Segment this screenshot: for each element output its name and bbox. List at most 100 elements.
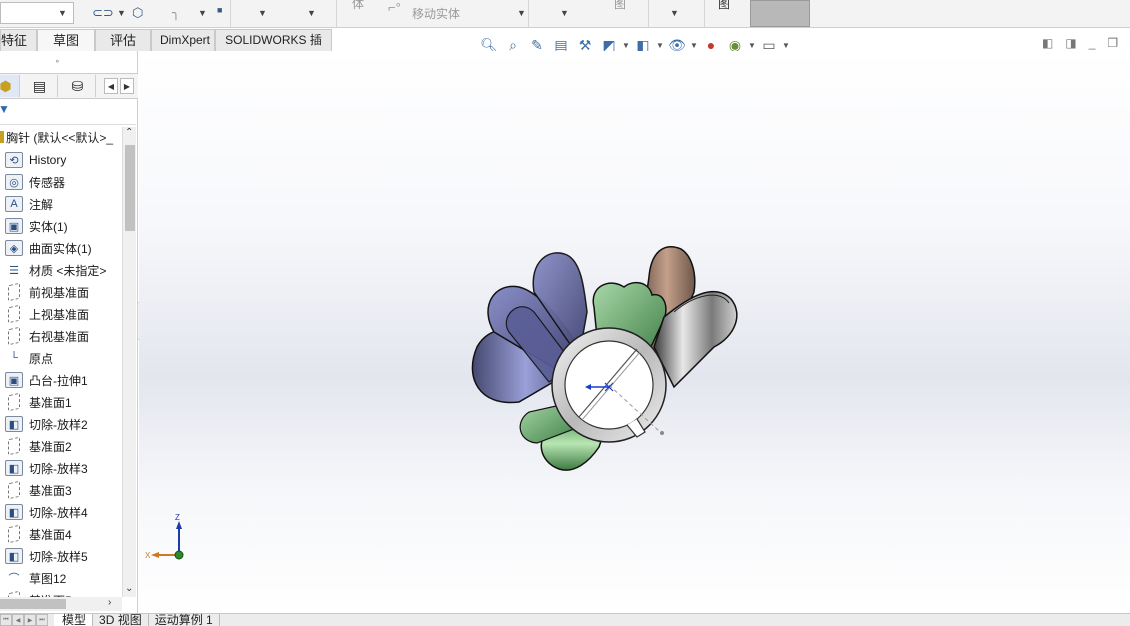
chevron-down-icon[interactable]: ▼ <box>517 8 526 18</box>
tree-item-label: 凸台-拉伸1 <box>29 373 88 388</box>
tree-item[interactable]: ⌒ 草图12 <box>0 567 67 589</box>
feature-manager-tab[interactable]: ⬢ <box>0 75 20 97</box>
tab-features[interactable]: 特征 <box>0 29 37 51</box>
vscroll-thumb[interactable] <box>125 145 135 231</box>
tree-item[interactable]: ▣ 凸台-拉伸1 <box>0 369 88 391</box>
square-icon[interactable]: ■ <box>217 5 222 15</box>
tree-item[interactable]: ⟲ History <box>0 149 66 171</box>
chevron-down-icon[interactable]: ▼ <box>656 41 664 50</box>
link-icon[interactable]: ⊂⊃ <box>92 5 114 21</box>
move-body-icon: ⌐° <box>388 0 401 15</box>
triad-x-label: X <box>145 551 151 560</box>
panel-tab-scroll-right[interactable]: ▶ <box>120 78 134 94</box>
tree-item-label: 曲面实体(1) <box>29 241 92 256</box>
tile-right-icon[interactable]: ◨ <box>1065 36 1076 50</box>
move-body-button[interactable]: 移动实体 <box>412 5 460 22</box>
tree-item[interactable]: A 注解 <box>0 193 53 215</box>
feature-tree-vscroll[interactable]: ⌃ ⌄ <box>122 127 136 597</box>
plane-icon <box>8 326 20 346</box>
hscroll-thumb[interactable] <box>0 599 66 609</box>
tree-item[interactable]: 上视基准面 <box>0 303 89 325</box>
cut-loft-icon: ◧ <box>5 460 23 476</box>
tree-item[interactable]: 基准面3 <box>0 479 72 501</box>
panel-tab-scroll-left[interactable]: ◀ <box>104 78 118 94</box>
chevron-down-icon[interactable]: ▼ <box>307 8 316 18</box>
plane-icon <box>8 282 20 302</box>
triad-z-label: Z <box>175 513 180 522</box>
tree-root-label: 胸针 (默认<<默认>_ <box>6 130 114 145</box>
configuration-manager-tab[interactable]: ⛁ <box>60 75 96 97</box>
feature-tree-hscroll[interactable]: › <box>0 597 122 611</box>
tab-model[interactable]: 模型 <box>54 614 94 626</box>
command-tabs: 特征 草图 评估 DimXpert SOLIDWORKS 插件 <box>0 29 332 68</box>
tree-item-label: 基准面3 <box>29 483 72 498</box>
tree-item[interactable]: 基准面5 <box>0 589 72 597</box>
ribbon-selected-button[interactable] <box>750 0 810 27</box>
tree-item[interactable]: ◎ 传感器 <box>0 171 65 193</box>
tree-item[interactable]: 前视基准面 <box>0 281 89 303</box>
tree-item[interactable]: 基准面4 <box>0 523 72 545</box>
feature-manager-panel: ⚬ ⬢ ▤ ⛁ ◀ ▶ ▼ 胸针 (默认<<默认>_ ⟲ History ◎ 传感器 A… <box>0 51 138 614</box>
first-tab-icon[interactable]: ⏮ <box>0 614 12 626</box>
history-icon: ⟲ <box>5 152 23 168</box>
tree-item[interactable]: ◈ 曲面实体(1) <box>0 237 92 259</box>
feature-filter-row[interactable]: ▼ <box>0 101 136 125</box>
tree-item[interactable]: 右视基准面 <box>0 325 89 347</box>
sketch-fragment-label: 图 <box>614 0 627 11</box>
graphics-viewport[interactable]: Z X <box>139 51 1130 614</box>
tree-item[interactable]: ◧ 切除-放样2 <box>0 413 88 435</box>
filter-icon[interactable]: ▼ <box>0 102 10 116</box>
sketch-fragment-label-2: 图 <box>718 0 731 11</box>
chevron-down-icon[interactable]: ▼ <box>560 8 569 18</box>
tree-item[interactable]: ◧ 切除-放样3 <box>0 457 88 479</box>
sketch-icon: ⌒ <box>8 573 20 585</box>
tab-dimxpert[interactable]: DimXpert <box>151 29 215 51</box>
command-manager-ribbon: ▼ ⊂⊃ ▼ ⬡ ╮ ▼ ■ ▼ ▼ 体 ⌐° 移动实体 ▼ ▼ 图 ▼ 图 <box>0 0 1130 28</box>
origin-icon: └ <box>10 352 18 364</box>
prev-tab-icon[interactable]: ◀ <box>12 614 24 626</box>
tab-sketch[interactable]: 草图 <box>37 29 95 51</box>
chevron-down-icon[interactable]: ▼ <box>782 41 790 50</box>
tab-evaluate[interactable]: 评估 <box>95 29 151 51</box>
tree-item-label: 切除-放样2 <box>29 417 88 432</box>
chevron-down-icon[interactable]: ▼ <box>622 41 630 50</box>
tree-item[interactable]: ◧ 切除-放样4 <box>0 501 88 523</box>
tree-root-part[interactable]: 胸针 (默认<<默认>_ <box>0 127 113 147</box>
sensor-icon: ◎ <box>5 174 23 190</box>
tree-item-label: 前视基准面 <box>29 285 90 300</box>
restore-icon[interactable]: ❐ <box>1107 36 1118 50</box>
scroll-up-icon[interactable]: ⌃ <box>125 127 133 138</box>
chevron-down-icon[interactable]: ▼ <box>690 41 698 50</box>
panel-tabs: ⬢ ▤ ⛁ ◀ ▶ <box>0 73 138 99</box>
tree-item-label: 切除-放样3 <box>29 461 88 476</box>
scroll-down-icon[interactable]: ⌄ <box>125 583 133 594</box>
plane-icon <box>8 436 20 456</box>
tree-item[interactable]: ▣ 实体(1) <box>0 215 68 237</box>
tab-motion-study-1[interactable]: 运动算例 1 <box>149 614 220 626</box>
hexagon-icon[interactable]: ⬡ <box>132 5 143 21</box>
tab-solidworks-addins[interactable]: SOLIDWORKS 插件 <box>215 29 332 68</box>
chevron-down-icon[interactable]: ▼ <box>748 41 756 50</box>
tree-item[interactable]: ☰ 材质 <未指定> <box>0 259 106 281</box>
cut-loft-icon: ◧ <box>5 416 23 432</box>
viewport-window-controls: ◧ ◨ _ ❐ <box>1042 36 1118 50</box>
fillet-icon[interactable]: ╮ <box>172 5 180 21</box>
minimize-icon[interactable]: _ <box>1089 36 1096 50</box>
brooch-3d-model[interactable] <box>459 237 759 487</box>
tab-3d-views[interactable]: 3D 视图 <box>93 614 149 626</box>
next-tab-icon[interactable]: ▶ <box>24 614 36 626</box>
tree-item-label: 上视基准面 <box>29 307 90 322</box>
scroll-right-icon[interactable]: › <box>108 597 111 608</box>
last-tab-icon[interactable]: ⏭ <box>36 614 48 626</box>
panel-grip-icon[interactable]: ⚬ <box>54 57 61 66</box>
tree-item[interactable]: ◧ 切除-放样5 <box>0 545 88 567</box>
tree-item[interactable]: 基准面1 <box>0 391 72 413</box>
tree-item-label: 切除-放样5 <box>29 549 88 564</box>
tree-item[interactable]: 基准面2 <box>0 435 72 457</box>
chevron-down-icon[interactable]: ▼ <box>670 8 679 18</box>
tree-item[interactable]: └ 原点 <box>0 347 53 369</box>
chevron-down-icon[interactable]: ▼ <box>258 8 267 18</box>
property-manager-tab[interactable]: ▤ <box>22 75 58 97</box>
plane-icon <box>8 304 20 324</box>
tile-left-icon[interactable]: ◧ <box>1042 36 1053 50</box>
